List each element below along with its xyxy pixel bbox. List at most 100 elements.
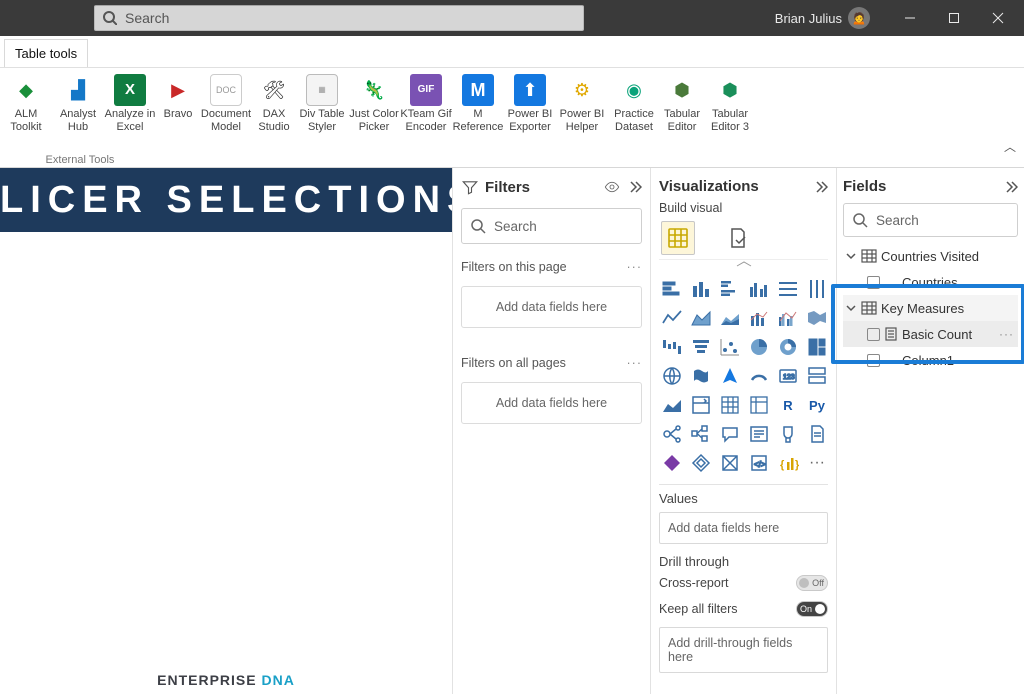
viz-stacked-column[interactable] [688,276,714,302]
viz-get-more[interactable]: {} [775,450,801,476]
filters-search[interactable]: Search [461,208,642,244]
ribbon-tabular-editor-3[interactable]: ⬢Tabular Editor 3 [704,68,756,167]
values-drop[interactable]: Add data fields here [659,512,828,544]
viz-qa[interactable] [717,421,743,447]
viz-stacked-area[interactable] [717,305,743,331]
ribbon-analyst-hub[interactable]: ▟Analyst Hub [52,68,104,167]
table-countries-visited[interactable]: Countries Visited [843,243,1018,269]
ribbon-just-color-picker[interactable]: 🦎Just Color Picker [348,68,400,167]
viz-map[interactable] [659,363,685,389]
ribbon-kteam-gif-encoder[interactable]: GIFKTeam Gif Encoder [400,68,452,167]
window-minimize[interactable] [888,0,932,36]
ribbon-group-label: External Tools [0,154,160,166]
format-visual-button[interactable] [721,221,755,255]
viz-donut[interactable] [775,334,801,360]
ribbon-alm-toolkit[interactable]: ◆ALM Toolkit [0,68,52,167]
viz-power-apps[interactable] [659,450,685,476]
viz-100-stacked-bar[interactable] [775,276,801,302]
ribbon-analyze-in-excel[interactable]: XAnalyze in Excel [104,68,156,167]
build-visual-button[interactable] [661,221,695,255]
viz-treemap[interactable] [804,334,830,360]
more-icon[interactable]: ··· [627,356,643,370]
viz-decomposition-tree[interactable] [688,421,714,447]
viz-line-clustered-column[interactable] [775,305,801,331]
field-column1[interactable]: Column1 [843,347,1018,373]
viz-funnel[interactable] [688,334,714,360]
cross-report-toggle[interactable]: Off [796,575,828,591]
ribbon-tabular-editor[interactable]: ⬢Tabular Editor [660,68,704,167]
ribbon-m-reference[interactable]: MM Reference [452,68,504,167]
viz-smart-narrative[interactable] [746,421,772,447]
viz-more-options[interactable]: ··· [804,450,830,476]
more-icon[interactable]: ··· [999,327,1014,341]
checkbox[interactable] [867,328,880,341]
viz-custom-2[interactable]: </> [746,450,772,476]
window-maximize[interactable] [932,0,976,36]
values-label: Values [659,491,828,506]
viz-100-stacked-column[interactable] [804,276,830,302]
viz-r-visual[interactable]: R [775,392,801,418]
viz-key-influencers[interactable] [659,421,685,447]
viz-stacked-bar[interactable] [659,276,685,302]
ribbon-dax-studio[interactable]: 🛠DAX Studio [252,68,296,167]
eye-icon[interactable] [604,179,620,195]
viz-power-automate[interactable] [688,450,714,476]
tab-table-tools[interactable]: Table tools [4,39,88,67]
collapse-icon[interactable] [812,179,828,195]
ribbon-power-bi-exporter[interactable]: ⬆Power BI Exporter [504,68,556,167]
username: Brian Julius [775,11,842,26]
report-canvas[interactable]: LICER SELECTIONS ENTERPRISE DNA [0,168,452,694]
viz-kpi[interactable] [659,392,685,418]
field-basic-count[interactable]: Basic Count ··· [843,321,1018,347]
viz-table[interactable] [717,392,743,418]
ribbon-div-table-styler[interactable]: ▦Div Table Styler [296,68,348,167]
viz-clustered-bar[interactable] [717,276,743,302]
filters-on-page-drop[interactable]: Add data fields here [461,286,642,328]
ribbon-document-model[interactable]: DOCDocument Model [200,68,252,167]
viz-custom-1[interactable] [717,450,743,476]
fields-search[interactable]: Search [843,203,1018,237]
svg-text:</>: </> [754,460,766,469]
search-icon [852,212,868,228]
banner-text: LICER SELECTIONS [0,179,452,222]
search-icon [470,218,486,234]
viz-python-visual[interactable]: Py [804,392,830,418]
keep-all-filters-toggle[interactable]: On [796,601,828,617]
ribbon-collapse[interactable]: ︿ [1004,138,1016,155]
viz-matrix[interactable] [746,392,772,418]
viz-multi-row-card[interactable] [804,363,830,389]
viz-card[interactable]: 123 [775,363,801,389]
ribbon-power-bi-helper[interactable]: ⚙Power BI Helper [556,68,608,167]
viz-ribbon[interactable] [804,305,830,331]
collapse-icon[interactable] [626,179,642,195]
table-key-measures[interactable]: Key Measures [843,295,1018,321]
viz-goals[interactable] [775,421,801,447]
window-close[interactable] [976,0,1020,36]
checkbox[interactable] [867,276,880,289]
viz-title: Visualizations [659,178,759,195]
svg-text:}: } [795,459,799,471]
expand-handle-icon[interactable] [659,260,829,268]
viz-filled-map[interactable] [688,363,714,389]
ribbon-bravo[interactable]: ▶Bravo [156,68,200,167]
viz-gauge[interactable] [746,363,772,389]
viz-line[interactable] [659,305,685,331]
viz-azure-map[interactable] [717,363,743,389]
global-search[interactable]: Search [94,5,584,31]
viz-scatter[interactable] [717,334,743,360]
viz-area[interactable] [688,305,714,331]
viz-pie[interactable] [746,334,772,360]
more-icon[interactable]: ··· [627,260,643,274]
viz-line-stacked-column[interactable] [746,305,772,331]
viz-slicer[interactable] [688,392,714,418]
avatar[interactable]: 🙍 [848,7,870,29]
viz-paginated-report[interactable] [804,421,830,447]
field-countries[interactable]: Countries [843,269,1018,295]
viz-waterfall[interactable] [659,334,685,360]
checkbox[interactable] [867,354,880,367]
collapse-icon[interactable] [1002,179,1018,195]
viz-clustered-column[interactable] [746,276,772,302]
ribbon-practice-dataset[interactable]: ◉Practice Dataset [608,68,660,167]
filters-on-all-drop[interactable]: Add data fields here [461,382,642,424]
drill-through-drop[interactable]: Add drill-through fields here [659,627,828,673]
